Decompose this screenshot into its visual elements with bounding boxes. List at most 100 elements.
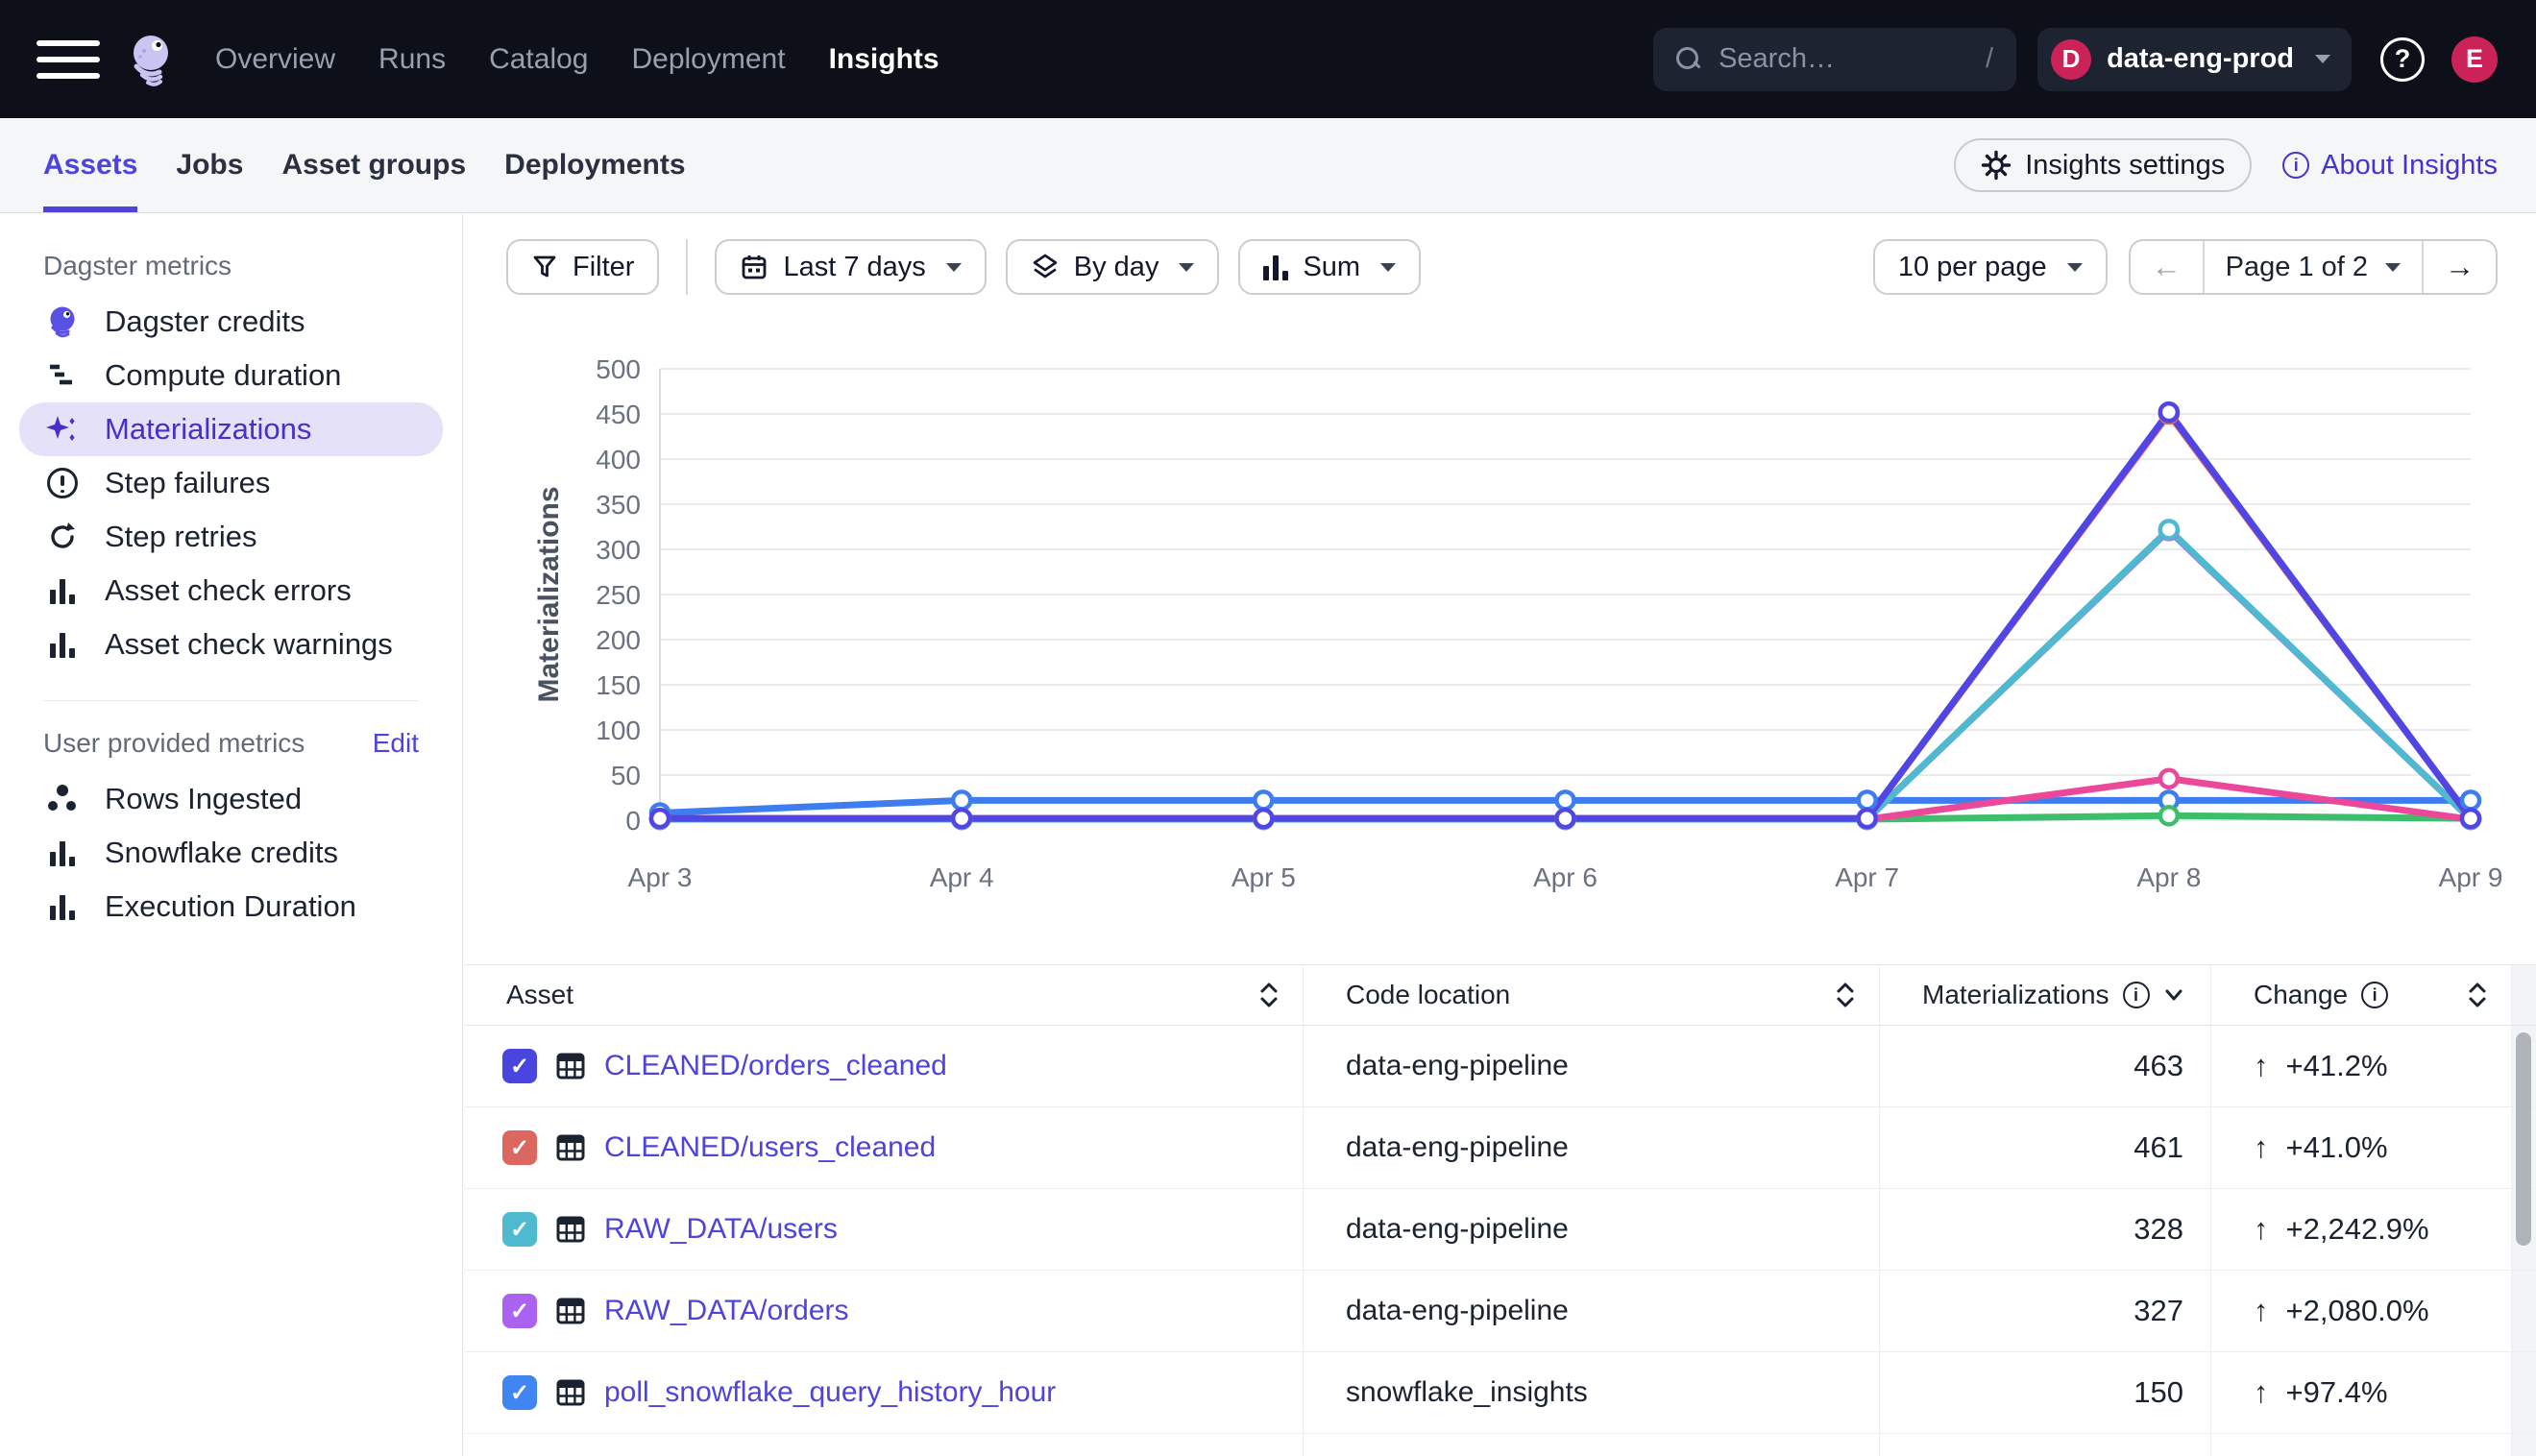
insights-settings-button[interactable]: Insights settings bbox=[1954, 138, 2252, 192]
table-row: CLEANED/users_cleaned data-eng-pipeline … bbox=[464, 1107, 2536, 1189]
info-icon[interactable]: i bbox=[2123, 982, 2150, 1008]
table-row: CLEANED/orders_cleaned data-eng-pipeline… bbox=[464, 1026, 2536, 1107]
bar-chart-icon bbox=[44, 836, 80, 871]
column-header-change[interactable]: Change i bbox=[2211, 965, 2512, 1025]
up-arrow-icon bbox=[2254, 1212, 2269, 1247]
sidebar-item-label: Compute duration bbox=[105, 358, 341, 393]
alert-circle-icon bbox=[44, 466, 80, 501]
tab-jobs[interactable]: Jobs bbox=[176, 118, 243, 212]
nav-item-insights[interactable]: Insights bbox=[829, 43, 939, 76]
nav-item-catalog[interactable]: Catalog bbox=[489, 43, 588, 76]
sidebar-item-snowflake-credits[interactable]: Snowflake credits bbox=[19, 826, 443, 880]
nav-item-runs[interactable]: Runs bbox=[378, 43, 446, 76]
calendar-icon bbox=[740, 253, 768, 281]
sidebar-section-title: Dagster metrics bbox=[0, 251, 462, 281]
sort-icon[interactable] bbox=[1835, 981, 1856, 1009]
svg-text:200: 200 bbox=[596, 625, 641, 655]
top-nav: Overview Runs Catalog Deployment Insight… bbox=[0, 0, 2536, 118]
svg-text:Materializations: Materializations bbox=[533, 486, 565, 702]
column-header-asset[interactable]: Asset bbox=[464, 965, 1304, 1025]
change-value: +41.2% bbox=[2286, 1049, 2388, 1083]
column-header-code-location[interactable]: Code location bbox=[1304, 965, 1880, 1025]
sidebar-item-asset-check-warnings[interactable]: Asset check warnings bbox=[19, 618, 443, 671]
search-shortcut-hint: / bbox=[1986, 43, 1993, 75]
tab-assets[interactable]: Assets bbox=[43, 118, 137, 212]
sidebar-item-label: Asset check warnings bbox=[105, 627, 393, 662]
dots-cluster-icon bbox=[44, 782, 80, 817]
workspace-switcher[interactable]: D data-eng-prod bbox=[2037, 28, 2352, 91]
table-scrollbar[interactable] bbox=[2516, 1032, 2531, 1246]
granularity-dropdown[interactable]: By day bbox=[1006, 239, 1220, 295]
svg-text:50: 50 bbox=[611, 761, 641, 790]
table-asset-icon bbox=[554, 1050, 587, 1082]
series-checkbox[interactable] bbox=[502, 1130, 537, 1165]
insights-tab-bar: Assets Jobs Asset groups Deployments Ins… bbox=[0, 118, 2536, 213]
per-page-dropdown[interactable]: 10 per page bbox=[1873, 239, 2108, 295]
sidebar-item-label: Rows Ingested bbox=[105, 782, 302, 816]
change-value: +97.4% bbox=[2286, 1375, 2388, 1410]
page-indicator-dropdown[interactable]: Page 1 of 2 bbox=[2203, 241, 2422, 293]
nav-item-overview[interactable]: Overview bbox=[215, 43, 335, 76]
layers-icon bbox=[1031, 253, 1060, 281]
bar-chart-icon bbox=[44, 573, 80, 609]
bar-chart-icon bbox=[1263, 254, 1288, 280]
code-location-value: data-eng-pipeline bbox=[1346, 1131, 1569, 1164]
sidebar-item-step-failures[interactable]: Step failures bbox=[19, 456, 443, 510]
tab-asset-groups[interactable]: Asset groups bbox=[281, 118, 466, 212]
svg-text:500: 500 bbox=[596, 354, 641, 384]
chevron-down-icon bbox=[2163, 987, 2184, 1003]
asset-link[interactable]: CLEANED/orders_cleaned bbox=[604, 1050, 947, 1082]
series-checkbox[interactable] bbox=[502, 1212, 537, 1247]
chevron-down-icon bbox=[1380, 263, 1396, 272]
materializations-value: 150 bbox=[2134, 1375, 2183, 1410]
asset-link[interactable]: CLEANED/users_cleaned bbox=[604, 1131, 936, 1164]
series-checkbox[interactable] bbox=[502, 1294, 537, 1328]
workspace-badge: D bbox=[2051, 39, 2091, 80]
sidebar-item-label: Materializations bbox=[105, 412, 311, 447]
bar-chart-icon bbox=[44, 889, 80, 925]
svg-text:400: 400 bbox=[596, 445, 641, 474]
svg-text:350: 350 bbox=[596, 490, 641, 520]
aggregation-dropdown[interactable]: Sum bbox=[1238, 239, 1421, 295]
next-page-button[interactable]: → bbox=[2422, 241, 2496, 293]
svg-text:100: 100 bbox=[596, 716, 641, 745]
search-placeholder: Search… bbox=[1719, 43, 1968, 75]
sidebar-item-rows-ingested[interactable]: Rows Ingested bbox=[19, 772, 443, 826]
nav-item-deployment[interactable]: Deployment bbox=[631, 43, 785, 76]
sidebar-item-execution-duration[interactable]: Execution Duration bbox=[19, 880, 443, 934]
avatar[interactable]: E bbox=[2451, 36, 2498, 83]
sidebar-item-dagster-credits[interactable]: Dagster credits bbox=[19, 295, 443, 349]
sidebar-item-compute-duration[interactable]: Compute duration bbox=[19, 349, 443, 402]
svg-text:Apr 7: Apr 7 bbox=[1835, 862, 1899, 892]
sidebar-item-materializations[interactable]: Materializations bbox=[19, 402, 443, 456]
sort-icon[interactable] bbox=[2467, 981, 2488, 1009]
date-range-dropdown[interactable]: Last 7 days bbox=[715, 239, 986, 295]
svg-text:Apr 5: Apr 5 bbox=[1231, 862, 1296, 892]
sort-icon[interactable] bbox=[1258, 981, 1280, 1009]
code-location-value: data-eng-pipeline bbox=[1346, 1050, 1569, 1082]
asset-link[interactable]: poll_snowflake_query_history_hour bbox=[604, 1376, 1056, 1409]
asset-link[interactable]: RAW_DATA/users bbox=[604, 1213, 838, 1246]
help-icon[interactable]: ? bbox=[2380, 37, 2425, 82]
hamburger-menu-icon[interactable] bbox=[37, 38, 100, 81]
sidebar-item-step-retries[interactable]: Step retries bbox=[19, 510, 443, 564]
sidebar-item-asset-check-errors[interactable]: Asset check errors bbox=[19, 564, 443, 618]
sidebar-divider bbox=[43, 700, 419, 701]
tab-deployments[interactable]: Deployments bbox=[504, 118, 685, 212]
filter-button[interactable]: Filter bbox=[506, 239, 659, 295]
series-checkbox[interactable] bbox=[502, 1375, 537, 1410]
edit-metrics-link[interactable]: Edit bbox=[373, 728, 419, 759]
asset-link[interactable]: RAW_DATA/orders bbox=[604, 1295, 849, 1327]
primary-nav: Overview Runs Catalog Deployment Insight… bbox=[215, 43, 939, 76]
compute-steps-icon bbox=[44, 358, 80, 394]
funnel-icon bbox=[531, 254, 558, 280]
series-checkbox[interactable] bbox=[502, 1049, 537, 1083]
dagster-logo-icon[interactable] bbox=[125, 30, 179, 89]
materializations-value: 463 bbox=[2134, 1049, 2183, 1083]
chevron-down-icon bbox=[946, 263, 962, 272]
column-header-materializations[interactable]: Materializations i bbox=[1880, 965, 2211, 1025]
about-insights-link[interactable]: i About Insights bbox=[2282, 150, 2498, 182]
prev-page-button[interactable]: ← bbox=[2131, 241, 2203, 293]
info-icon[interactable]: i bbox=[2361, 982, 2388, 1008]
search-input[interactable]: Search… / bbox=[1653, 28, 2016, 91]
